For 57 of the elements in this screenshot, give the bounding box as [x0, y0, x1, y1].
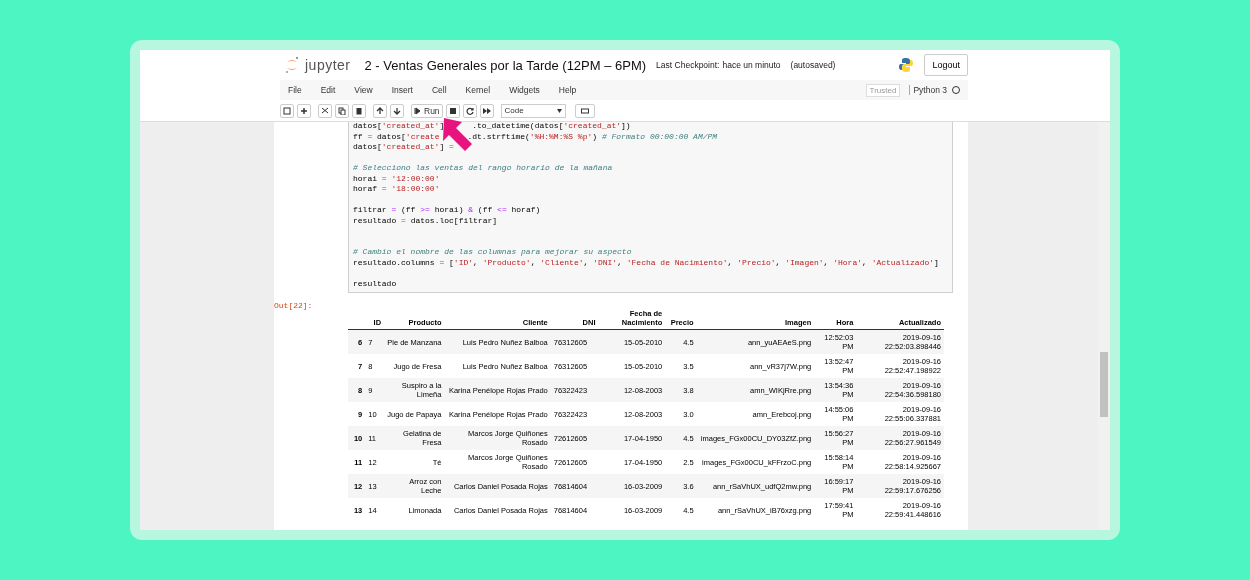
stop-icon [448, 106, 457, 115]
code-line: resultado [353, 278, 398, 289]
code-cell[interactable] [348, 122, 953, 293]
menu-item[interactable]: Cell [431, 85, 447, 95]
code-line: horaf = '18:00:00' [353, 184, 441, 195]
keyboard-button[interactable] [574, 103, 595, 118]
stop-button[interactable] [445, 103, 460, 118]
save-button[interactable] [280, 103, 294, 118]
arrow-down-icon [393, 106, 401, 115]
menu-item[interactable]: Kernel [465, 85, 491, 95]
checkpoint-time: hace un minuto [722, 60, 781, 70]
autosave-status: (autosaved) [790, 60, 836, 70]
move-up-button[interactable] [373, 103, 387, 118]
menu-item[interactable]: View [354, 85, 373, 95]
fast-forward-icon [482, 106, 491, 115]
cell-type-select[interactable]: Code [500, 103, 566, 118]
plus-icon [300, 106, 308, 115]
copy-icon [338, 106, 346, 115]
run-all-button[interactable] [479, 103, 494, 118]
kernel-name[interactable]: Python 3 [909, 85, 947, 95]
step-icon [414, 106, 422, 115]
add-button[interactable] [297, 103, 311, 118]
scrollbar-thumb[interactable] [1100, 352, 1108, 417]
checkpoint-label: Last Checkpoint: [656, 60, 720, 70]
run-button[interactable]: Run [411, 103, 443, 118]
menu-item[interactable]: File [288, 85, 302, 95]
menu-item[interactable]: Edit [320, 85, 336, 95]
output-prompt: Out[22]: [274, 300, 314, 312]
cut-button[interactable] [318, 103, 332, 118]
move-down-button[interactable] [390, 103, 404, 118]
paste-button[interactable] [352, 103, 366, 118]
restart-icon [465, 106, 474, 115]
code-line: ff = datos['create .dt.strftime('%H:%M:%S %p') # Formato 00:00:00 AM/PM [353, 131, 719, 142]
code-line: datos['created_at'] .to_datetime(datos['created_at']) [353, 122, 632, 132]
code-line: horai = '12:00:00' [353, 173, 441, 184]
menu-item[interactable]: Widgets [509, 85, 540, 95]
python-logo-icon [898, 57, 915, 73]
restart-button[interactable] [462, 103, 477, 118]
caret-icon [556, 108, 562, 113]
menu-item[interactable]: Insert [391, 85, 413, 95]
code-line: # Cambio el nombre de las columnas para mejorar su aspecto [353, 247, 633, 258]
save-icon [283, 106, 291, 115]
code-line: datos['created_at'] = [353, 142, 455, 153]
code-line: filtrar = (ff >= horai) & (ff <= horaf) [353, 205, 542, 216]
jupyter-logo-icon [285, 56, 299, 74]
code-line: resultado.columns = ['ID', 'Producto', 'Cliente', 'DNI', 'Fecha de Nacimiento', 'Precio', 'Imagen', 'Hora', 'Actualizado'] [353, 257, 940, 268]
arrow-up-icon [376, 106, 384, 115]
code-line: # Selecciono las ventas del rango horario de la mañana [353, 163, 614, 174]
clipboard-icon [355, 106, 363, 115]
jupyter-logo-text: jupyter [305, 57, 351, 73]
code-line: resultado = datos.loc[filtrar] [353, 215, 499, 226]
keyboard-icon [580, 106, 589, 115]
scissors-icon [321, 106, 329, 115]
logout-button[interactable]: Logout [924, 54, 968, 76]
notebook-title[interactable]: 2 - Ventas Generales por la Tarde (12PM – 6PM) [364, 57, 647, 73]
menu-item[interactable]: Help [558, 85, 577, 95]
copy-button[interactable] [335, 103, 349, 118]
